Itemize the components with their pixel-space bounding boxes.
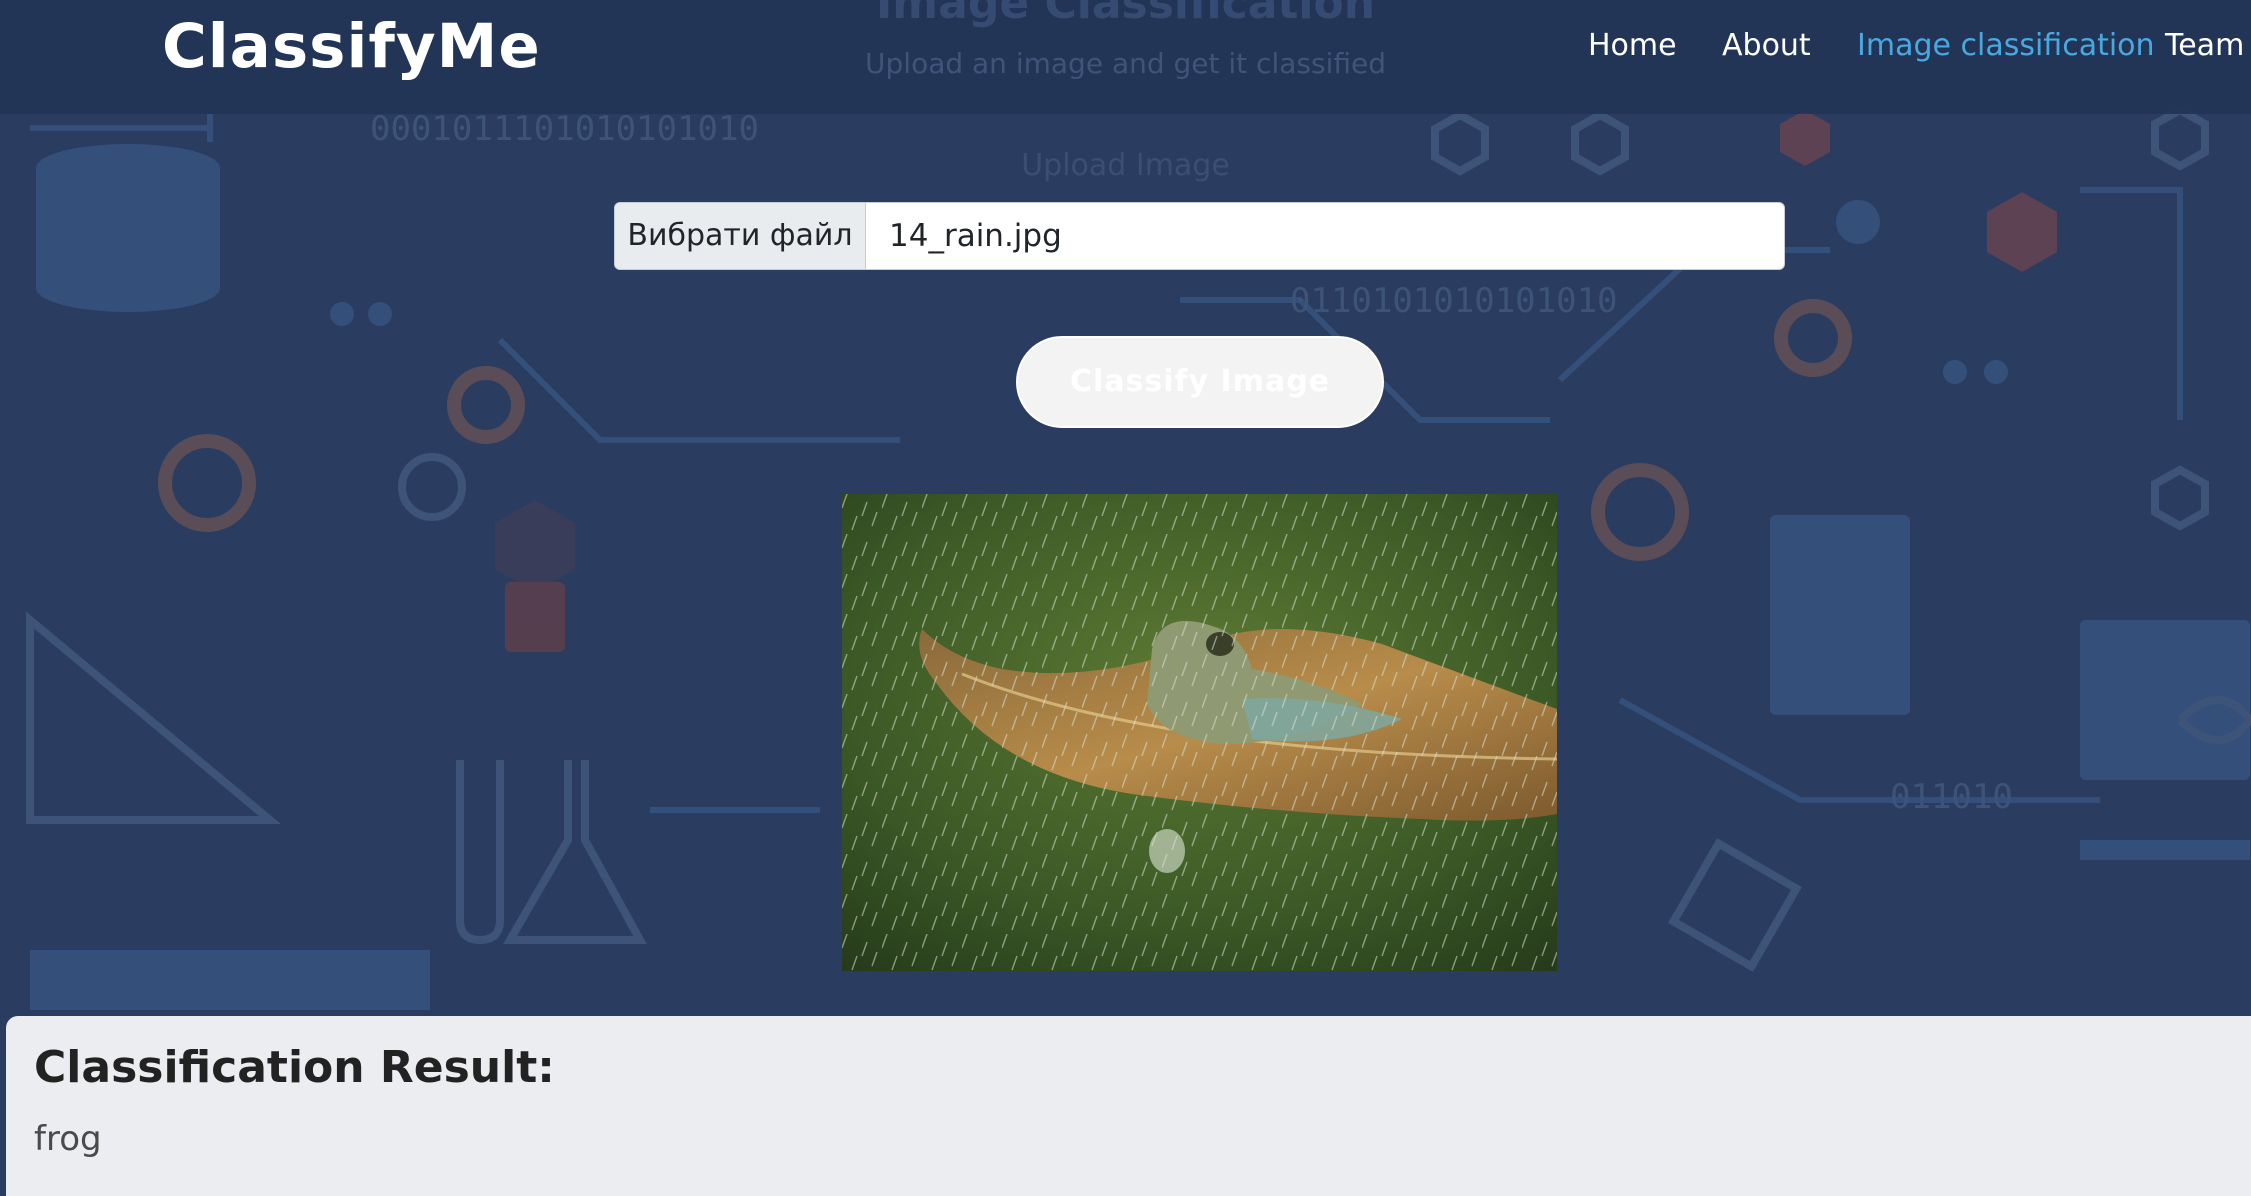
nav-about[interactable]: About — [1722, 26, 1811, 66]
file-input[interactable]: Вибрати файл 14_rain.jpg — [614, 202, 1785, 270]
upload-label: Upload Image — [1021, 148, 1230, 183]
svg-text:0110101010101010: 0110101010101010 — [1290, 281, 1618, 321]
svg-text:011010: 011010 — [1890, 777, 2013, 817]
result-value: frog — [34, 1119, 102, 1159]
top-navbar: Image Classification Upload an image and… — [0, 0, 2251, 114]
svg-text:0001011101010101010: 0001011101010101010 — [370, 109, 759, 149]
choose-file-button[interactable]: Вибрати файл — [615, 203, 866, 269]
nav-team[interactable]: Team — [2165, 26, 2244, 66]
result-title: Classification Result: — [34, 1042, 555, 1093]
classify-image-button[interactable]: Classify Image — [1016, 336, 1384, 428]
nav-home[interactable]: Home — [1588, 26, 1677, 66]
file-name: 14_rain.jpg — [889, 218, 1062, 254]
classification-result-panel: Classification Result: frog — [6, 1016, 2251, 1196]
nav-image-classification[interactable]: Image classification — [1857, 26, 2155, 66]
brand-logo[interactable]: ClassifyMe — [162, 12, 541, 82]
uploaded-image-preview — [842, 494, 1557, 971]
